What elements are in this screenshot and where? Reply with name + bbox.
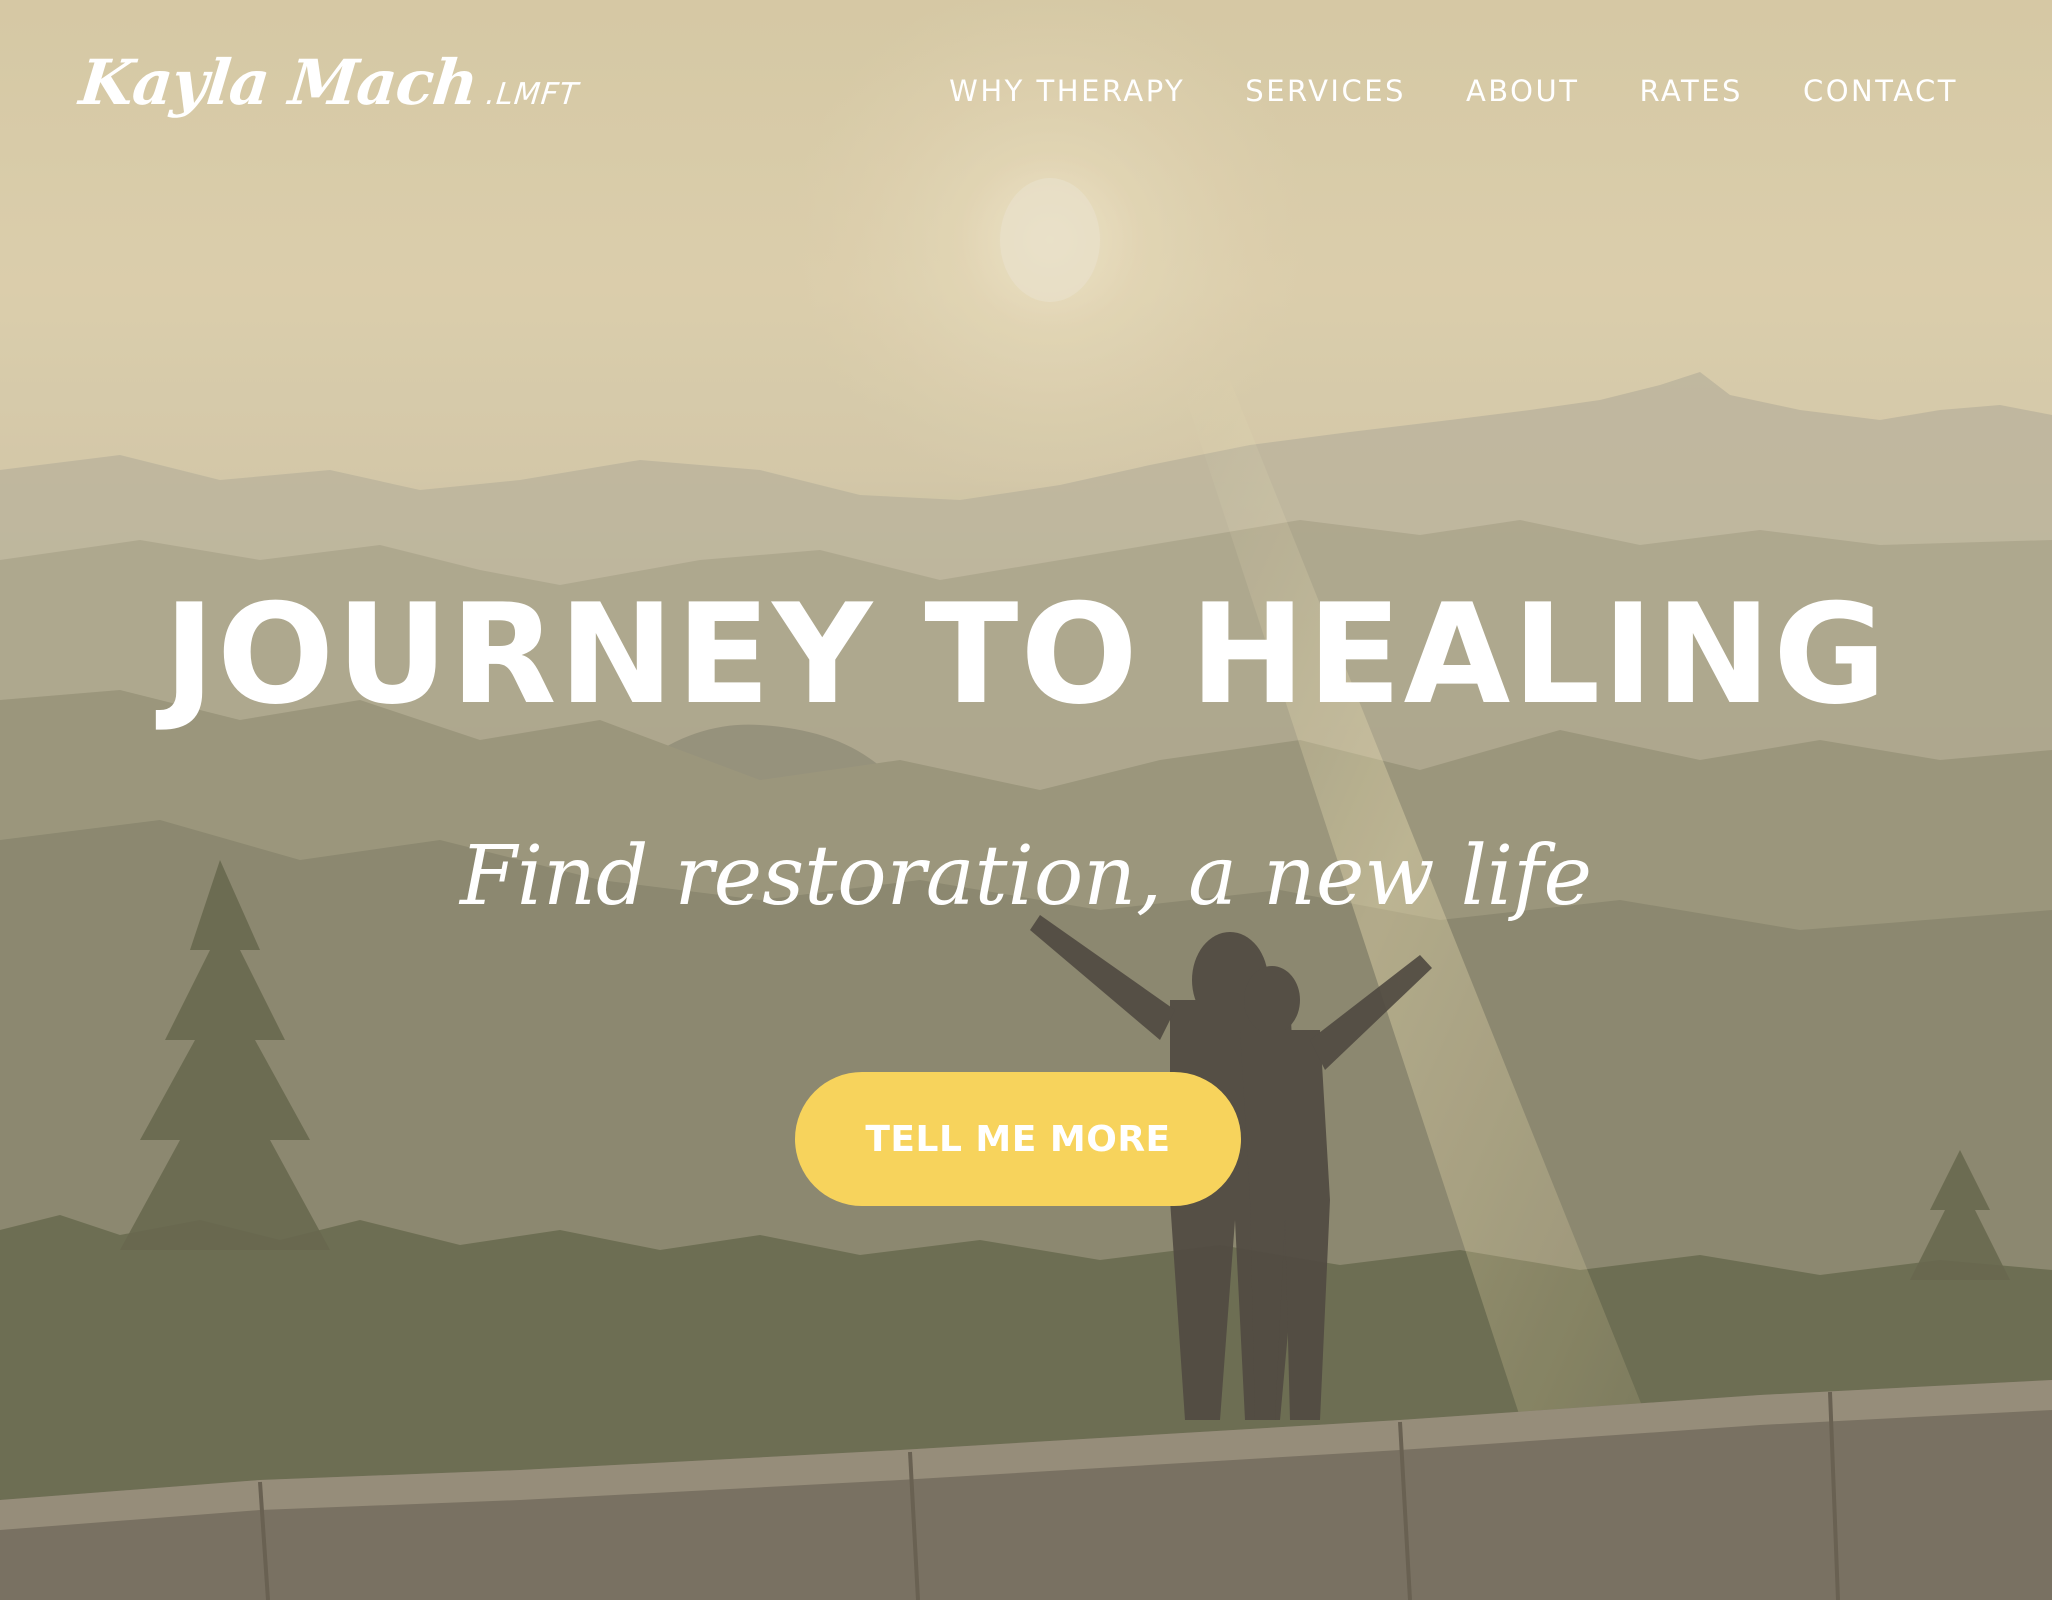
nav-about[interactable]: ABOUT [1466, 74, 1580, 108]
hero-headline: JOURNEY TO HEALING [163, 574, 1889, 735]
logo-suffix: .LMFT [483, 77, 581, 112]
nav-why-therapy[interactable]: WHY THERAPY [949, 74, 1185, 108]
logo-name: Kayla Mach [76, 46, 481, 119]
hero-subheadline: Find restoration, a new life [459, 829, 1593, 924]
main-nav: WHY THERAPY SERVICES ABOUT RATES CONTACT [949, 74, 1958, 108]
tell-me-more-button[interactable]: TELL ME MORE [795, 1072, 1241, 1206]
nav-services[interactable]: SERVICES [1245, 74, 1406, 108]
nav-rates[interactable]: RATES [1639, 74, 1743, 108]
hero-section [0, 0, 2052, 1600]
hero-background-image [0, 0, 2052, 1600]
nav-contact[interactable]: CONTACT [1803, 74, 1958, 108]
site-logo[interactable]: Kayla Mach .LMFT [76, 46, 583, 119]
